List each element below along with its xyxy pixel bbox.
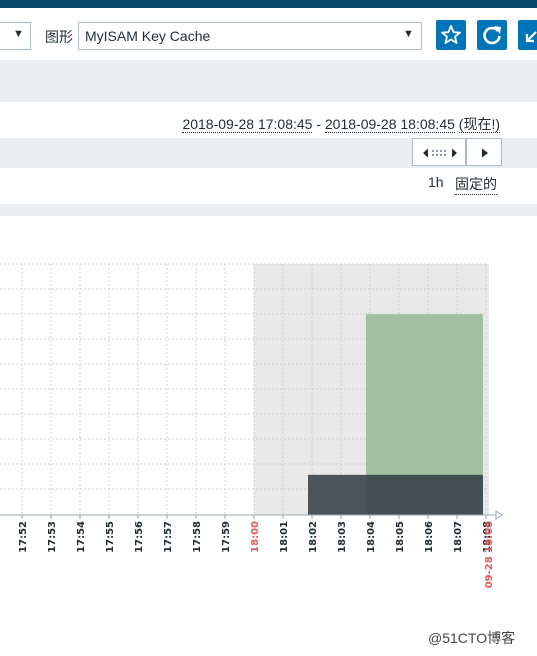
x-tick-label: 18:06 [424, 521, 435, 553]
arrows-in-icon [525, 31, 537, 43]
time-to-link[interactable]: 2018-09-28 18:08:45 [324, 116, 455, 133]
top-bar [0, 0, 537, 8]
x-tick-labels: 17:52 17:53 17:54 17:55 17:56 17:57 17:58 17:59… [18, 521, 495, 588]
time-range-text: 2018-09-28 17:08:45 - 2018-09-28 18:08:4… [182, 114, 500, 134]
x-tick-label: 18:03 [337, 521, 348, 553]
x-axis-arrow-icon [495, 510, 503, 520]
timeline-drag-handle[interactable] [412, 138, 466, 166]
x-tick-label: 17:58 [192, 521, 203, 553]
filter-band [0, 60, 537, 102]
chevron-down-icon: ▼ [403, 28, 414, 40]
timeline-next-button[interactable] [466, 138, 502, 166]
play-right-icon [482, 148, 488, 158]
x-tick-label: 18:04 [366, 521, 377, 553]
time-separator: - [316, 116, 321, 132]
time-now-label: (现在!) [458, 116, 500, 133]
header: ▼ 图形 MyISAM Key Cache ▼ [0, 8, 537, 60]
x-tick-label: 17:54 [76, 521, 87, 553]
graph-label: 图形 [45, 29, 73, 45]
graph-select-value: MyISAM Key Cache [85, 28, 211, 44]
graph-select[interactable]: MyISAM Key Cache ▼ [78, 22, 422, 50]
drag-handle-icon [423, 148, 457, 158]
favorite-button[interactable] [436, 20, 466, 50]
x-tick-label: 18:01 [279, 521, 290, 553]
x-tick-label: 18:00 [250, 521, 261, 553]
watermark: @51CTO博客 [428, 630, 516, 646]
kiosk-mode-button[interactable] [518, 20, 537, 50]
period-label: 1h [428, 174, 444, 190]
x-end-label: 09-28 18:08 [484, 521, 495, 588]
x-tick-label: 17:52 [18, 521, 29, 553]
x-tick-label: 17:53 [47, 521, 58, 553]
chevron-down-icon: ▼ [13, 28, 24, 40]
host-select[interactable]: ▼ [0, 22, 31, 50]
separator-band [0, 204, 537, 216]
star-icon [441, 25, 461, 44]
x-tick-label: 18:07 [453, 521, 464, 553]
refresh-button[interactable] [477, 20, 507, 50]
series-1-area [308, 474, 483, 515]
x-tick-label: 18:02 [308, 521, 319, 553]
x-tick-label: 17:57 [163, 521, 174, 553]
time-range-bar: 2018-09-28 17:08:45 - 2018-09-28 18:08:4… [0, 102, 537, 138]
x-tick-label: 17:56 [134, 521, 145, 553]
x-tick-label: 17:59 [221, 521, 232, 553]
refresh-icon [483, 26, 501, 45]
time-from-link[interactable]: 2018-09-28 17:08:45 [182, 116, 313, 133]
x-tick-label: 18:05 [395, 521, 406, 553]
fixed-toggle[interactable]: 固定的 [455, 174, 497, 195]
graph-chart: 17:52 17:53 17:54 17:55 17:56 17:57 17:58 17:59… [0, 263, 503, 588]
x-tick-label: 17:55 [105, 521, 116, 553]
